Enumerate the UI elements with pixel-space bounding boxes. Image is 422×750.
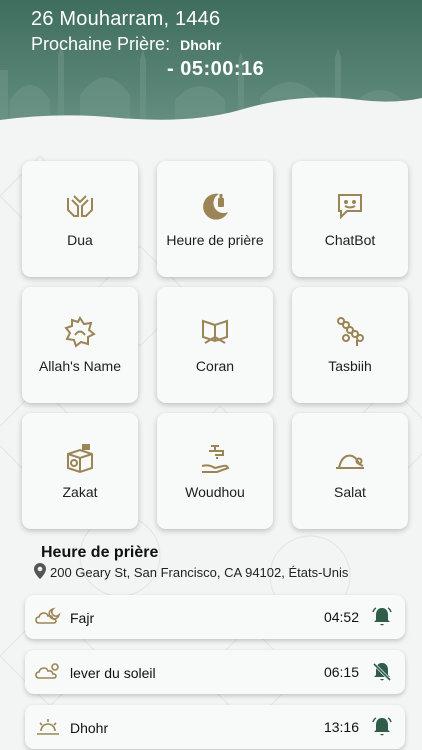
ablution-tap-icon (199, 441, 231, 475)
menu-card-zakat[interactable]: Zakat (22, 413, 138, 529)
menu-label: Tasbiih (328, 358, 372, 374)
prostration-icon (333, 441, 367, 475)
prayer-time: 06:15 (323, 664, 359, 680)
bell-off-icon[interactable] (371, 661, 393, 688)
prayer-name: Dhohr (70, 720, 109, 736)
bell-on-icon[interactable] (371, 716, 393, 743)
prayer-row-sunrise[interactable]: lever du soleil 06:15 (25, 650, 405, 694)
location-address[interactable]: 200 Geary St, San Francisco, CA 94102, É… (34, 563, 348, 582)
cloud-moon-icon (35, 607, 61, 632)
header-banner: 26 Mouharram, 1446 Prochaine Prière: Dho… (0, 0, 422, 136)
quran-icon (199, 315, 231, 349)
prayer-name: Fajr (70, 610, 95, 626)
bell-on-icon[interactable] (371, 606, 393, 633)
next-prayer-name: Dhohr (180, 37, 222, 53)
menu-card-quran[interactable]: Coran (157, 287, 273, 403)
menu-card-chatbot[interactable]: ChatBot (292, 161, 408, 277)
chatbot-icon (335, 189, 365, 223)
prayer-name: lever du soleil (70, 665, 156, 681)
hijri-date: 26 Mouharram, 1446 (31, 8, 221, 30)
location-pin-icon (34, 563, 46, 582)
menu-card-ablution[interactable]: Woudhou (157, 413, 273, 529)
prayer-row-dhohr[interactable]: Dhohr 13:16 (25, 705, 405, 749)
allah-name-icon (64, 315, 96, 349)
menu-label: Coran (195, 358, 235, 374)
feature-grid: Dua Heure de prière ChatBot Allah's Name… (22, 161, 410, 531)
menu-label: Dua (67, 232, 93, 248)
crescent-prayer-icon (199, 189, 231, 223)
sun-icon (35, 717, 61, 742)
cloud-sun-icon (35, 662, 61, 687)
prayer-time: 04:52 (323, 609, 359, 625)
prayer-row-fajr[interactable]: Fajr 04:52 (25, 595, 405, 639)
prayer-time: 13:16 (323, 719, 359, 735)
menu-card-salat[interactable]: Salat (292, 413, 408, 529)
menu-card-allah-names[interactable]: Allah's Name (22, 287, 138, 403)
zakat-box-icon (64, 441, 96, 475)
menu-card-tasbih[interactable]: Tasbiih (292, 287, 408, 403)
next-prayer-row: Prochaine Prière: Dhohr (31, 34, 221, 55)
dua-hands-icon (65, 189, 95, 223)
prayer-times-title: Heure de prière (41, 544, 159, 561)
tasbih-icon (335, 315, 365, 349)
prayer-countdown: - 05:00:16 (167, 58, 265, 80)
menu-label: Salat (334, 484, 366, 500)
menu-card-dua[interactable]: Dua (22, 161, 138, 277)
menu-label: ChatBot (324, 232, 376, 248)
next-prayer-label: Prochaine Prière: (31, 34, 171, 54)
menu-label: Allah's Name (38, 358, 122, 374)
menu-label: Woudhou (185, 484, 245, 500)
address-text: 200 Geary St, San Francisco, CA 94102, É… (50, 565, 349, 580)
menu-label: Zakat (62, 484, 98, 500)
menu-card-prayer-time[interactable]: Heure de prière (157, 161, 273, 277)
menu-label: Heure de prière (166, 232, 264, 248)
